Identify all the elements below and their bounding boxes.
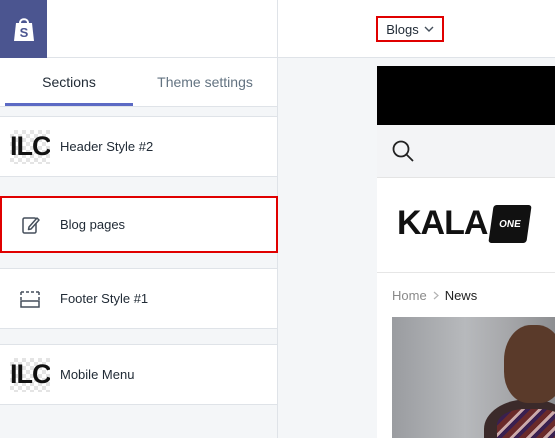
- brand-badge: ONE: [488, 204, 533, 243]
- shopping-bag-icon: S: [13, 18, 34, 41]
- preview-topbar: [377, 66, 555, 125]
- breadcrumb-current: News: [444, 288, 478, 303]
- topbar-divider: [277, 0, 278, 58]
- ilc-logo-thumbnail-icon: ILC: [10, 129, 50, 164]
- blog-hero-image: [392, 317, 555, 438]
- edit-page-icon: [22, 216, 40, 234]
- tab-sections[interactable]: Sections: [5, 58, 133, 106]
- sidebar: Sections Theme settings ILC Header Style…: [0, 58, 278, 438]
- preview-frame: KALA ONE Home News: [377, 66, 555, 438]
- section-icon-wrap: [0, 268, 60, 329]
- tab-sections-label: Sections: [42, 74, 96, 90]
- breadcrumb-home[interactable]: Home: [392, 288, 427, 303]
- active-tab-indicator: [5, 103, 133, 106]
- section-item-header-style[interactable]: ILC Header Style #2: [0, 116, 277, 177]
- page-selector-dropdown[interactable]: Blogs: [376, 16, 444, 42]
- section-item-label: Mobile Menu: [60, 367, 135, 382]
- section-thumbnail: ILC: [0, 116, 60, 177]
- thumbnail-text: ILC: [10, 131, 50, 161]
- section-item-label: Blog pages: [60, 217, 126, 232]
- section-item-footer-style[interactable]: Footer Style #1: [0, 268, 277, 329]
- section-icon-wrap: [2, 198, 60, 251]
- theme-preview: KALA ONE Home News: [278, 58, 555, 438]
- preview-divider: [377, 272, 555, 273]
- chevron-down-icon: [424, 26, 434, 32]
- search-icon: [392, 140, 414, 162]
- section-item-label: Header Style #2: [60, 139, 154, 154]
- tab-theme-settings-label: Theme settings: [157, 74, 253, 90]
- section-thumbnail: ILC: [0, 344, 60, 405]
- shopify-logo[interactable]: S: [0, 0, 47, 58]
- section-item-mobile-menu[interactable]: ILC Mobile Menu: [0, 344, 277, 405]
- svg-text:S: S: [19, 25, 28, 40]
- thumbnail-text: ILC: [10, 359, 50, 389]
- footer-layout-icon: [20, 290, 40, 308]
- breadcrumb: Home News: [392, 288, 477, 303]
- preview-brand-logo[interactable]: KALA ONE: [397, 196, 533, 251]
- ilc-logo-thumbnail-icon: ILC: [10, 357, 50, 392]
- preview-search-bar[interactable]: [377, 125, 555, 178]
- section-item-label: Footer Style #1: [60, 291, 149, 306]
- page-selector-label: Blogs: [386, 21, 419, 37]
- brand-badge-text: ONE: [498, 218, 523, 229]
- chevron-right-icon: [433, 289, 439, 303]
- top-bar: S Blogs: [0, 0, 555, 58]
- photo-figure-shirt: [497, 409, 555, 438]
- tab-theme-settings[interactable]: Theme settings: [138, 58, 272, 106]
- sidebar-tabs: Sections Theme settings: [0, 58, 277, 107]
- photo-figure-head: [504, 325, 555, 403]
- brand-logo-text: KALA: [397, 204, 488, 242]
- section-item-blog-pages[interactable]: Blog pages: [0, 196, 278, 253]
